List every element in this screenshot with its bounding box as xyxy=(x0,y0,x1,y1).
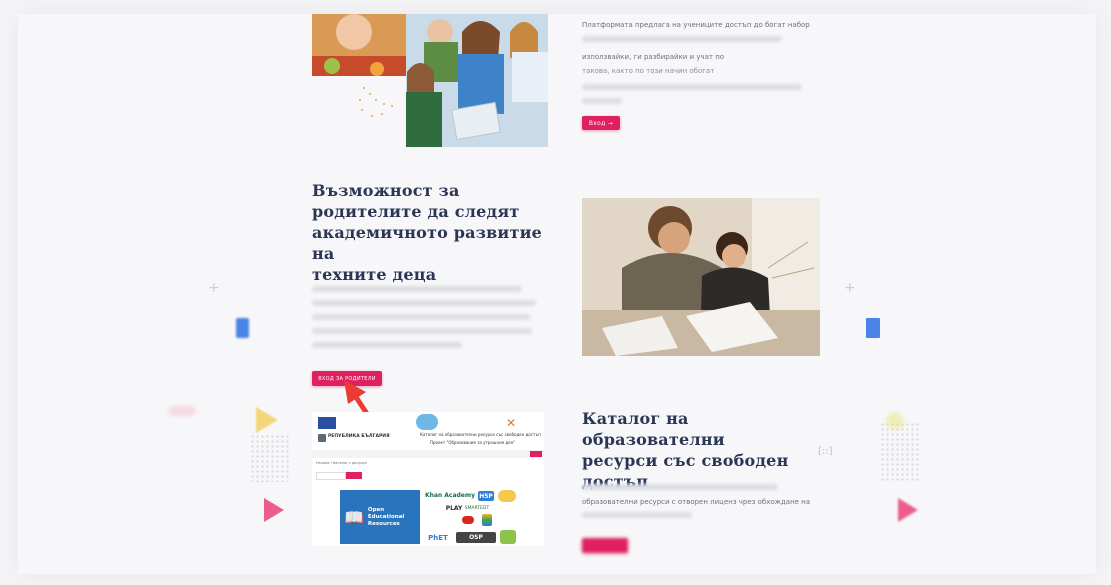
catalog-nav-badge xyxy=(530,451,542,457)
catalog-search-input xyxy=(316,472,346,480)
blurred-line xyxy=(312,342,462,348)
blurred-line xyxy=(312,286,522,292)
cloud-logo xyxy=(416,414,438,430)
triangle-icon-pink-right xyxy=(898,498,918,522)
eu-flag-logo xyxy=(318,417,336,429)
paragraph-line: Платформата предлага на учениците достъп… xyxy=(582,21,810,29)
catalog-breadcrumb: Начало / Каталог с ресурси xyxy=(316,461,367,465)
catalog-nav-bar xyxy=(312,450,544,458)
coat-of-arms-icon xyxy=(318,434,326,442)
catalog-site-screenshot: ✕ РЕПУБЛИКА БЪЛГАРИЯ Каталог на образова… xyxy=(312,412,544,546)
paragraph-line: такова, както по този начин обогат xyxy=(582,67,715,75)
blurred-line xyxy=(582,84,802,90)
play-logo: PLAY xyxy=(445,504,463,512)
catalog-project-title: Каталог на образователни ресурси със сво… xyxy=(420,432,541,437)
green-logo xyxy=(500,530,516,544)
project-logo: ✕ xyxy=(506,416,517,430)
section1-paragraph: Платформата предлага на учениците достъп… xyxy=(582,18,822,112)
pink-blob-left xyxy=(168,406,196,416)
blurred-line xyxy=(312,328,532,334)
catalog-section-heading: Каталог на образователни ресурси със сво… xyxy=(582,408,822,492)
heading-line: родителите да следят xyxy=(312,202,520,221)
triangle-icon-pink-left xyxy=(264,498,284,522)
parent-child-study-image xyxy=(582,198,820,356)
dot-pattern-right xyxy=(880,422,920,482)
yellow-blob-right xyxy=(886,412,904,430)
plus-icon-right: + xyxy=(844,280,856,296)
heading-line: Каталог на образователни xyxy=(582,409,725,449)
catalog-org-title: РЕПУБЛИКА БЪЛГАРИЯ xyxy=(328,434,390,439)
orange-logo xyxy=(498,490,516,502)
paragraph-line: образователни ресурси с отворен лиценз ч… xyxy=(582,498,811,506)
heading-line: Възможност за xyxy=(312,181,460,200)
catalog-project-subtitle: Проект "Образование за утрешния ден" xyxy=(430,440,516,445)
osp-logo: OSP xyxy=(456,532,496,543)
heading-line: академичното развитие на xyxy=(312,223,543,263)
colorful-logo xyxy=(482,514,492,526)
blue-square-right xyxy=(866,318,880,338)
dot-pattern-left xyxy=(250,434,290,482)
red-logo xyxy=(462,516,474,524)
blurred-line xyxy=(582,36,782,42)
parents-section-paragraph xyxy=(312,280,538,356)
blurred-line xyxy=(312,300,536,306)
open-book-icon: 📖 xyxy=(344,507,364,527)
oer-banner-label: Open Educational Resources xyxy=(367,506,405,527)
catalog-search-button xyxy=(346,472,362,479)
h5p-logo: H5P xyxy=(478,491,494,501)
oer-banner: 📖 Open Educational Resources xyxy=(340,490,420,544)
plus-icon-left: + xyxy=(208,280,220,296)
blurred-line xyxy=(582,484,778,490)
page-container: + + [::] Платформата предлага на ученици… xyxy=(18,14,1096,574)
phet-logo: PhET xyxy=(428,534,448,542)
blurred-line xyxy=(582,512,692,518)
login-button[interactable]: Вход → xyxy=(582,116,620,130)
students-tablet-image xyxy=(312,14,548,147)
blurred-line xyxy=(312,314,530,320)
blurred-line xyxy=(582,98,622,104)
catalog-section-paragraph: образователни ресурси с отворен лиценз ч… xyxy=(582,482,822,526)
catalog-button[interactable] xyxy=(582,538,628,553)
triangle-icon-yellow xyxy=(256,407,278,433)
blue-square-left xyxy=(236,318,249,338)
smartedt-logo: SMARTEDT xyxy=(464,505,490,511)
khan-academy-logo: Khan Academy xyxy=(424,491,476,499)
paragraph-line: използвайки, ги разбирайки и учат по xyxy=(582,53,725,61)
heading-line: ресурси със свободен xyxy=(582,451,789,470)
parents-section-heading: Възможност за родителите да следят акаде… xyxy=(312,180,562,285)
